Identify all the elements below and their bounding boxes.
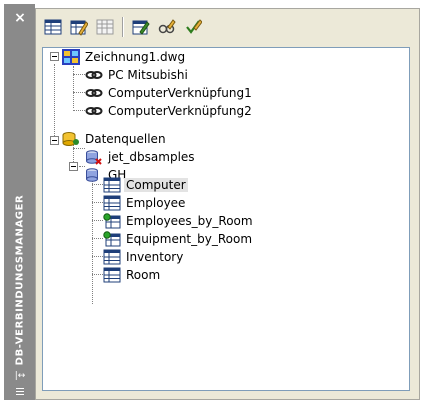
tree-connector [92,274,103,275]
tree-connector [73,92,85,93]
tree-connector [92,256,103,257]
close-icon[interactable]: × [14,11,26,25]
label-template-icon [158,19,176,34]
link-template-icon [132,20,150,35]
tree-connector [73,148,85,149]
query-view-icon [103,231,121,247]
tree-node-link[interactable]: PC Mitsubishi [85,66,190,84]
tree-node-table[interactable]: Room [103,266,162,284]
tree-node-label: ComputerVerknüpfung2 [108,104,252,118]
tree-node-label: ComputerVerknüpfung1 [108,86,252,100]
tree-node-table[interactable]: Inventory [103,248,185,266]
tree-node-view[interactable]: Equipment_by_Room [103,230,254,248]
tree-node-link[interactable]: ComputerVerknüpfung2 [85,102,254,120]
tree-node-label: Equipment_by_Room [126,232,253,246]
properties-menu-icon[interactable] [14,386,26,398]
tree-node-label: Computer [124,178,188,192]
tree-node-link[interactable]: ComputerVerknüpfung1 [85,84,254,102]
palette-vertical-title: DB-VERBINDUNGSMANAGER [6,190,34,370]
new-table-button[interactable] [94,16,118,38]
link-icon [85,67,103,83]
grid-icon [96,19,114,35]
collapse-icon[interactable] [50,136,59,145]
tree-node-table[interactable]: Employee [103,194,187,212]
tree-node-label: Employee [126,196,186,210]
tree-node-view[interactable]: Employees_by_Room [103,212,255,230]
toolbar-separator [122,17,124,37]
table-icon [103,267,121,283]
collapse-icon[interactable] [69,162,78,171]
tree-connector [73,110,85,111]
tree-connector [73,74,85,75]
view-table-button[interactable] [42,16,66,38]
tree-node-datasources[interactable]: Datenquellen [62,130,168,148]
link-icon [85,85,103,101]
tree-panel[interactable]: Zeichnung1.dwg PC Mitsubishi ComputerVer… [42,47,410,391]
table-icon [103,195,121,211]
drawing-icon [62,49,80,65]
tree-node-label: PC Mitsubishi [108,68,188,82]
datasource-disconnected-icon [85,149,103,165]
palette-title-text: DB-VERBINDUNGSMANAGER [14,194,26,366]
tree-node-label: Room [126,268,161,282]
tree-node-label: Employees_by_Room [126,214,253,228]
table-icon [103,177,121,193]
tree-connector [73,66,74,108]
db-connect-manager-palette: × DB-VERBINDUNGSMANAGER |↔ Zeichnung1.dw… [0,0,422,405]
tree-connector [92,176,93,304]
tree-connector [92,202,103,203]
datasource-connected-icon [85,167,103,183]
tree-connector [92,238,103,239]
tree-node-drawing[interactable]: Zeichnung1.dwg [62,48,187,66]
table-icon [44,19,62,35]
tree-node-datasource[interactable]: jet_dbsamples [85,148,197,166]
new-label-template-button[interactable] [156,16,180,38]
palette-titlebar[interactable]: × DB-VERBINDUNGSMANAGER |↔ [4,4,35,400]
tree-connector [92,184,103,185]
toolbar [38,11,417,43]
tree-connector [92,220,103,221]
tree-node-label: Inventory [126,250,184,264]
palette-frame: Zeichnung1.dwg PC Mitsubishi ComputerVer… [35,8,420,400]
tree-node-label: Datenquellen [85,132,166,146]
datasources-icon [62,131,80,147]
tree-node-label: Zeichnung1.dwg [85,50,186,64]
link-select-button[interactable] [182,16,206,38]
tree-connector [54,64,55,138]
tree-node-table[interactable]: Computer [103,176,188,194]
link-icon [85,103,103,119]
query-view-icon [103,213,121,229]
table-icon [103,249,121,265]
tree-node-label: jet_dbsamples [108,150,195,164]
auto-hide-icon[interactable]: |↔ [14,370,26,382]
new-link-template-button[interactable] [130,16,154,38]
link-select-icon [186,19,202,34]
edit-table-icon [70,20,88,36]
edit-table-button[interactable] [68,16,92,38]
collapse-icon[interactable] [50,52,59,61]
